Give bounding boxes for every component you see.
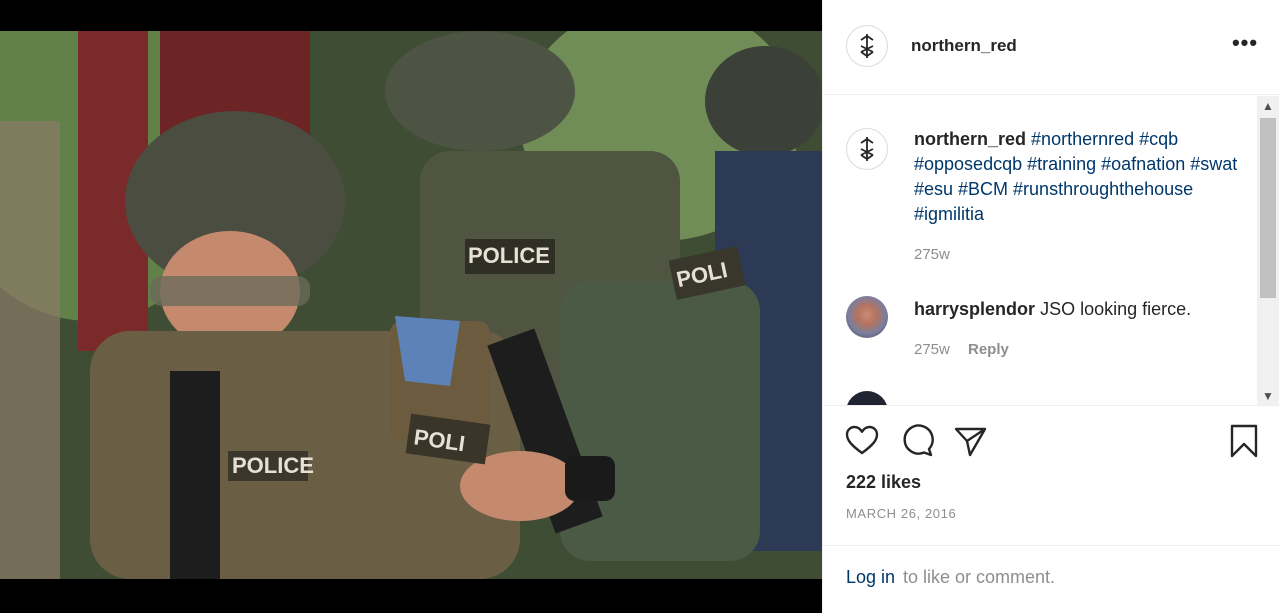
comment-timestamp: 275w (914, 341, 950, 358)
comment-body: JSO looking fierce. (1040, 299, 1192, 319)
post-header: northern_red ••• (823, 0, 1280, 95)
save-bookmark-icon[interactable] (1227, 424, 1261, 458)
photo-patch-text: POLICE (468, 243, 550, 268)
caption: northern_red #northernred #cqb #opposedc… (914, 127, 1244, 227)
scroll-up-icon[interactable]: ▲ (1257, 96, 1279, 116)
photo-patch-text: POLICE (232, 453, 314, 478)
scroll-thumb[interactable] (1260, 118, 1276, 298)
comment-username[interactable]: harrysplendor (914, 299, 1035, 319)
comment-text: harrysplendor JSO looking fierce. (914, 299, 1191, 320)
login-prompt-text: to like or comment. (903, 567, 1056, 587)
scroll-down-icon[interactable]: ▼ (1257, 386, 1279, 405)
post-date: MARCH 26, 2016 (846, 506, 957, 521)
share-send-icon[interactable] (953, 424, 987, 458)
caption-username[interactable]: northern_red (914, 129, 1026, 149)
profile-avatar[interactable] (846, 25, 888, 67)
like-heart-icon[interactable] (845, 424, 879, 458)
northern-red-logo-icon (860, 34, 874, 58)
comment-avatar[interactable] (846, 296, 888, 338)
caption-avatar[interactable] (846, 128, 888, 170)
more-options-icon[interactable]: ••• (1225, 30, 1265, 62)
caption-timestamp: 275w (914, 246, 950, 263)
comment-bubble-icon[interactable] (900, 424, 934, 458)
post-actions (823, 407, 1280, 477)
northern-red-logo-icon (860, 137, 874, 161)
post-photo-area: POLICE POLICE POLI POLI (0, 0, 822, 613)
likes-count[interactable]: 222 likes (846, 472, 921, 493)
post-photo[interactable]: POLICE POLICE POLI POLI (0, 31, 822, 579)
post-side-panel: northern_red ••• northern_red #northernr… (822, 0, 1280, 613)
login-prompt: Log in to like or comment. (823, 545, 1280, 613)
comment-avatar[interactable] (846, 391, 888, 405)
photo-illustration: POLICE POLICE POLI POLI (0, 31, 822, 579)
reply-button[interactable]: Reply (968, 341, 1009, 358)
post-username[interactable]: northern_red (911, 36, 1017, 56)
comments-list[interactable]: northern_red #northernred #cqb #opposedc… (823, 96, 1280, 406)
comments-scrollbar[interactable]: ▲ ▼ (1257, 96, 1279, 405)
login-link[interactable]: Log in (846, 567, 895, 588)
